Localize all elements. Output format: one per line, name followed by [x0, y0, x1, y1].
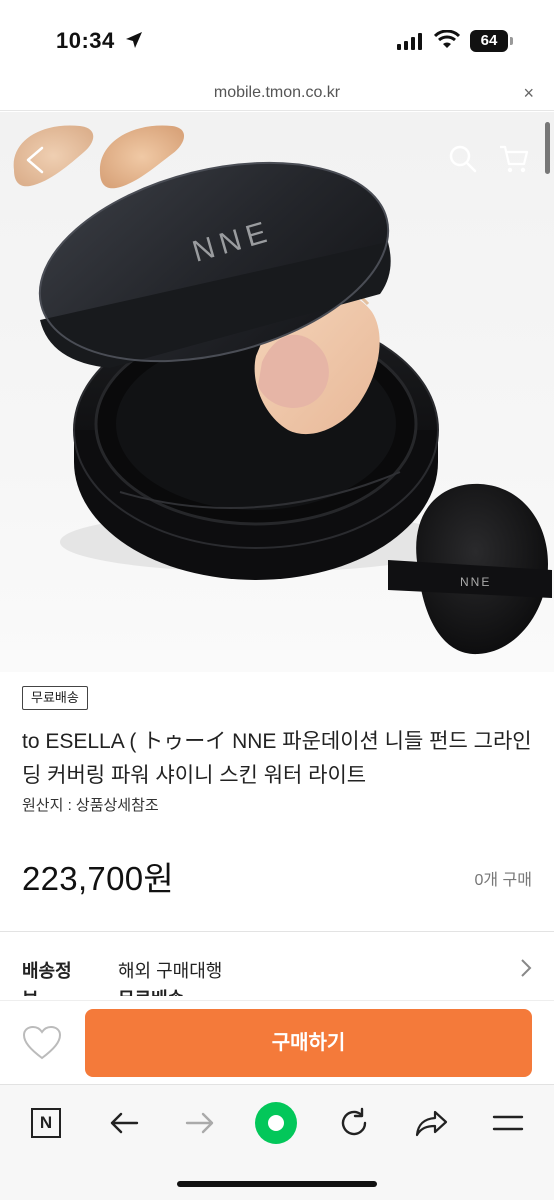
price: 223,700원	[22, 860, 175, 897]
section-divider	[0, 931, 554, 932]
heart-icon[interactable]	[22, 1025, 62, 1061]
back-arrow-icon[interactable]	[18, 142, 54, 178]
naver-glyph: N	[31, 1108, 61, 1138]
forward-icon[interactable]	[178, 1101, 222, 1145]
product-photo: NNE NNE	[13, 125, 552, 655]
url-text[interactable]: mobile.tmon.co.kr	[0, 84, 554, 102]
url-divider	[0, 110, 554, 111]
shipping-label: 배송정	[22, 961, 72, 981]
chevron-right-icon[interactable]	[520, 958, 532, 978]
menu-icon[interactable]	[486, 1101, 530, 1145]
naver-icon[interactable]: N	[24, 1101, 68, 1145]
green-home-icon[interactable]	[254, 1101, 298, 1145]
puff-logo: NNE	[460, 575, 491, 589]
free-shipping-badge: 무료배송	[22, 686, 88, 710]
location-arrow-icon	[126, 32, 142, 48]
origin-text: 원산지 : 상품상세참조	[22, 797, 159, 814]
search-icon[interactable]	[448, 144, 478, 174]
product-image: NNE NNE	[0, 112, 554, 672]
wifi-icon	[434, 30, 460, 48]
battery-indicator: 64	[470, 30, 513, 52]
cellular-signal-icon	[397, 32, 422, 50]
product-title: to ESELLA ( トゥーイ NNE 파운데이션 니들 펀드 그라인딩 커버…	[22, 730, 532, 787]
shipping-method[interactable]: 해외 구매대행	[118, 957, 222, 983]
home-indicator	[177, 1181, 377, 1187]
share-icon[interactable]	[410, 1101, 454, 1145]
scrollbar-thumb[interactable]	[545, 122, 550, 174]
url-bar[interactable]: mobile.tmon.co.kr ×	[0, 80, 554, 110]
buy-button[interactable]: 구매하기	[85, 1009, 532, 1077]
refresh-icon[interactable]	[332, 1101, 376, 1145]
status-bar: 10:34 64	[0, 0, 554, 80]
back-icon[interactable]	[102, 1101, 146, 1145]
purchase-bar: 구매하기	[0, 1000, 554, 1084]
cart-icon[interactable]	[498, 144, 530, 174]
close-icon[interactable]: ×	[523, 83, 534, 104]
sales-count: 0개 구매	[474, 872, 532, 889]
status-time: 10:34	[56, 28, 115, 53]
